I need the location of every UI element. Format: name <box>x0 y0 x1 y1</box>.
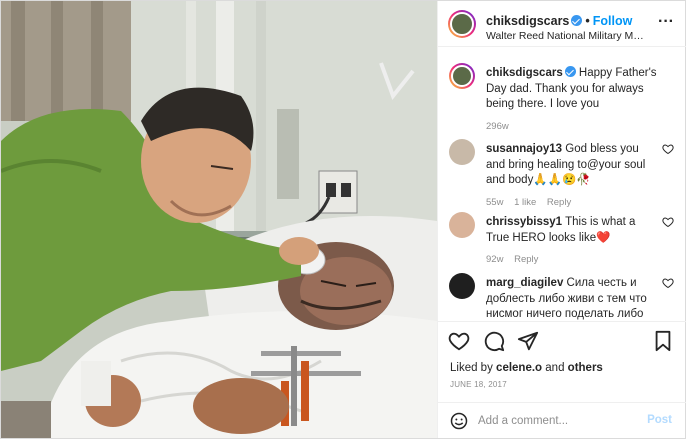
comment-meta: 92w Reply <box>486 252 658 268</box>
likes-summary: Liked by celene.o and others <box>450 362 603 374</box>
follow-button[interactable]: Follow <box>593 14 633 28</box>
comment-time[interactable]: 92w <box>486 254 503 265</box>
post-photo[interactable] <box>1 1 437 438</box>
comment-icon[interactable] <box>483 330 505 352</box>
like-comment-heart-icon[interactable] <box>662 277 674 289</box>
comment-body: marg_diagilev Сила честь и доблесть либо… <box>486 276 658 321</box>
emoji-icon[interactable] <box>450 412 468 430</box>
caption-time[interactable]: 296w <box>486 121 509 132</box>
author-username[interactable]: chiksdigscars <box>486 14 569 28</box>
caption-avatar[interactable] <box>449 63 475 89</box>
caption-username[interactable]: chiksdigscars <box>486 67 563 79</box>
separator-dot: • <box>585 14 590 28</box>
commenter-avatar[interactable] <box>449 273 475 299</box>
action-icons <box>448 330 548 352</box>
post-sidebar: chiksdigscars • Follow Walter Reed Nationa… <box>437 1 686 439</box>
comment-username[interactable]: marg_diagilev <box>486 277 563 289</box>
add-comment-bar: Post <box>438 402 686 439</box>
likes-and: and <box>545 362 565 374</box>
liked-by-others[interactable]: others <box>568 362 603 374</box>
reply-button[interactable]: Reply <box>514 254 538 265</box>
like-comment-heart-icon[interactable] <box>662 216 674 228</box>
commenter-avatar[interactable] <box>449 212 475 238</box>
avatar-image <box>450 12 474 36</box>
more-options-icon[interactable]: ··· <box>658 13 674 31</box>
verified-badge-icon <box>564 66 576 77</box>
comment-likes[interactable]: 1 like <box>514 197 536 208</box>
likes-prefix: Liked by <box>450 362 493 374</box>
comment-body: susannajoy13 God bless you and bring hea… <box>486 142 658 210</box>
comment-body: chrissybissy1 This is what a True HERO l… <box>486 215 658 268</box>
hospital-photo-illustration <box>1 1 437 438</box>
location-link[interactable]: Walter Reed National Military Medical ..… <box>486 30 646 42</box>
verified-badge-icon <box>571 15 583 26</box>
post-date[interactable]: JUNE 18, 2017 <box>450 380 507 389</box>
caption-meta: 296w <box>486 119 658 135</box>
post-header: chiksdigscars • Follow Walter Reed Nationa… <box>438 1 686 47</box>
comment-username[interactable]: chrissybissy1 <box>486 216 562 228</box>
comment-input[interactable] <box>478 411 638 431</box>
post-comment-button[interactable]: Post <box>647 414 672 426</box>
avatar-image <box>451 65 473 87</box>
comments-list[interactable]: chiksdigscars Happy Father's Day dad. Th… <box>438 48 686 321</box>
author-line: chiksdigscars • Follow <box>486 14 632 28</box>
comment-username[interactable]: susannajoy13 <box>486 143 562 155</box>
comment-meta: 55w 1 like Reply <box>486 195 658 211</box>
reply-button[interactable]: Reply <box>547 197 571 208</box>
instagram-post: chiksdigscars • Follow Walter Reed Nationa… <box>0 0 686 439</box>
author-avatar[interactable] <box>448 10 476 38</box>
bookmark-icon[interactable] <box>652 330 674 352</box>
liked-by-user[interactable]: celene.o <box>496 362 542 374</box>
like-comment-heart-icon[interactable] <box>662 143 674 155</box>
comment-time[interactable]: 55w <box>486 197 503 208</box>
commenter-avatar[interactable] <box>449 139 475 165</box>
share-icon[interactable] <box>517 330 539 352</box>
heart-icon[interactable] <box>448 330 470 352</box>
caption-body: chiksdigscars Happy Father's Day dad. Th… <box>486 66 658 134</box>
post-actions: Liked by celene.o and others JUNE 18, 20… <box>438 321 686 439</box>
